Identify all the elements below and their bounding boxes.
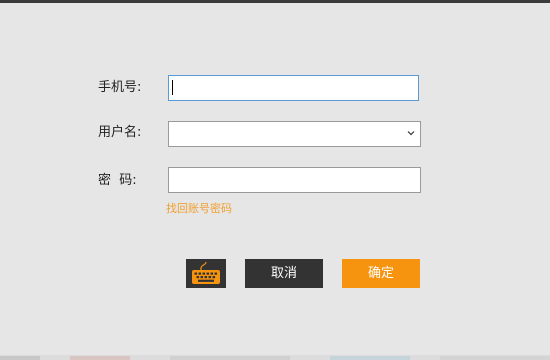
- password-input[interactable]: [168, 167, 421, 193]
- keyboard-icon: [192, 261, 220, 284]
- username-select[interactable]: [168, 121, 421, 147]
- window-top-border: [0, 0, 550, 3]
- password-label: 密 码:: [98, 173, 137, 188]
- username-label: 用户名:: [98, 125, 142, 140]
- text-caret: [172, 80, 173, 95]
- chevron-down-icon: [407, 131, 415, 136]
- phone-input[interactable]: [168, 75, 419, 101]
- virtual-keyboard-button[interactable]: [186, 259, 226, 288]
- window-bottom-border: [0, 355, 550, 360]
- confirm-button[interactable]: 确定: [342, 259, 420, 288]
- cancel-button[interactable]: 取消: [245, 259, 323, 288]
- recover-account-link[interactable]: 找回账号密码: [166, 202, 232, 216]
- phone-label: 手机号:: [98, 80, 142, 95]
